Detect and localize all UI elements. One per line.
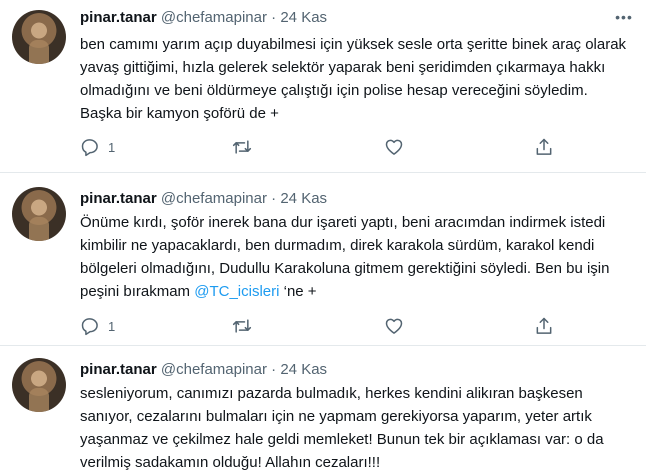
avatar[interactable] — [12, 187, 66, 241]
share-icon — [536, 138, 552, 155]
like-icon — [385, 139, 403, 155]
tweet-header: pinar.tanar @chefamapinar · 24 Kas — [80, 189, 327, 209]
tweet-text: sesleniyorum, canımızı pazarda bulmadık,… — [80, 385, 604, 471]
separator-dot: · — [271, 361, 277, 378]
separator-dot: · — [271, 190, 277, 207]
tweet-text: Önüme kırdı, şoför inerek bana dur işare… — [80, 211, 632, 303]
reply-count: 1 — [108, 139, 116, 155]
separator-dot: · — [271, 9, 277, 26]
avatar[interactable] — [12, 10, 66, 64]
like-button[interactable] — [384, 135, 404, 159]
retweet-button[interactable] — [232, 314, 252, 338]
user-handle[interactable]: @chefamapinar — [161, 190, 267, 207]
tweet-3[interactable]: pinar.tanar @chefamapinar · 24 Kas sesle… — [0, 346, 646, 476]
tweet-text-part: Önüme kırdı, şoför inerek bana dur işare… — [80, 214, 610, 300]
retweet-icon — [232, 140, 252, 154]
display-name[interactable]: pinar.tanar — [80, 361, 157, 378]
tweet-header: pinar.tanar @chefamapinar · 24 Kas — [80, 8, 327, 28]
share-icon — [536, 317, 552, 334]
like-icon — [385, 318, 403, 334]
reply-count: 1 — [108, 318, 116, 334]
reply-button[interactable]: 1 — [80, 135, 115, 159]
mention-link[interactable]: @TC_icisleri — [194, 283, 279, 300]
user-handle[interactable]: @chefamapinar — [161, 361, 267, 378]
user-handle[interactable]: @chefamapinar — [161, 9, 267, 26]
more-icon[interactable]: ••• — [614, 10, 634, 30]
tweet-date[interactable]: 24 Kas — [280, 361, 327, 378]
tweet-2[interactable]: pinar.tanar @chefamapinar · 24 Kas Önüme… — [0, 173, 646, 343]
tweet-text-part: ‘ne + — [279, 283, 317, 300]
retweet-button[interactable] — [232, 135, 252, 159]
tweet-date[interactable]: 24 Kas — [280, 9, 327, 26]
share-button[interactable] — [534, 135, 554, 159]
share-button[interactable] — [534, 314, 554, 338]
tweet-text: ben camımı yarım açıp duyabilmesi için y… — [80, 36, 627, 122]
tweet-actions: 1 — [72, 135, 592, 159]
tweet-header: pinar.tanar @chefamapinar · 24 Kas — [80, 360, 327, 380]
retweet-icon — [232, 319, 252, 333]
like-button[interactable] — [384, 314, 404, 338]
reply-icon — [81, 318, 98, 336]
reply-button[interactable]: 1 — [80, 314, 115, 338]
reply-icon — [81, 139, 98, 157]
tweet-actions: 1 — [72, 314, 592, 338]
display-name[interactable]: pinar.tanar — [80, 9, 157, 26]
display-name[interactable]: pinar.tanar — [80, 190, 157, 207]
tweet-date[interactable]: 24 Kas — [280, 190, 327, 207]
tweet-1[interactable]: pinar.tanar @chefamapinar · 24 Kas ••• b… — [0, 0, 646, 170]
avatar[interactable] — [12, 358, 66, 412]
